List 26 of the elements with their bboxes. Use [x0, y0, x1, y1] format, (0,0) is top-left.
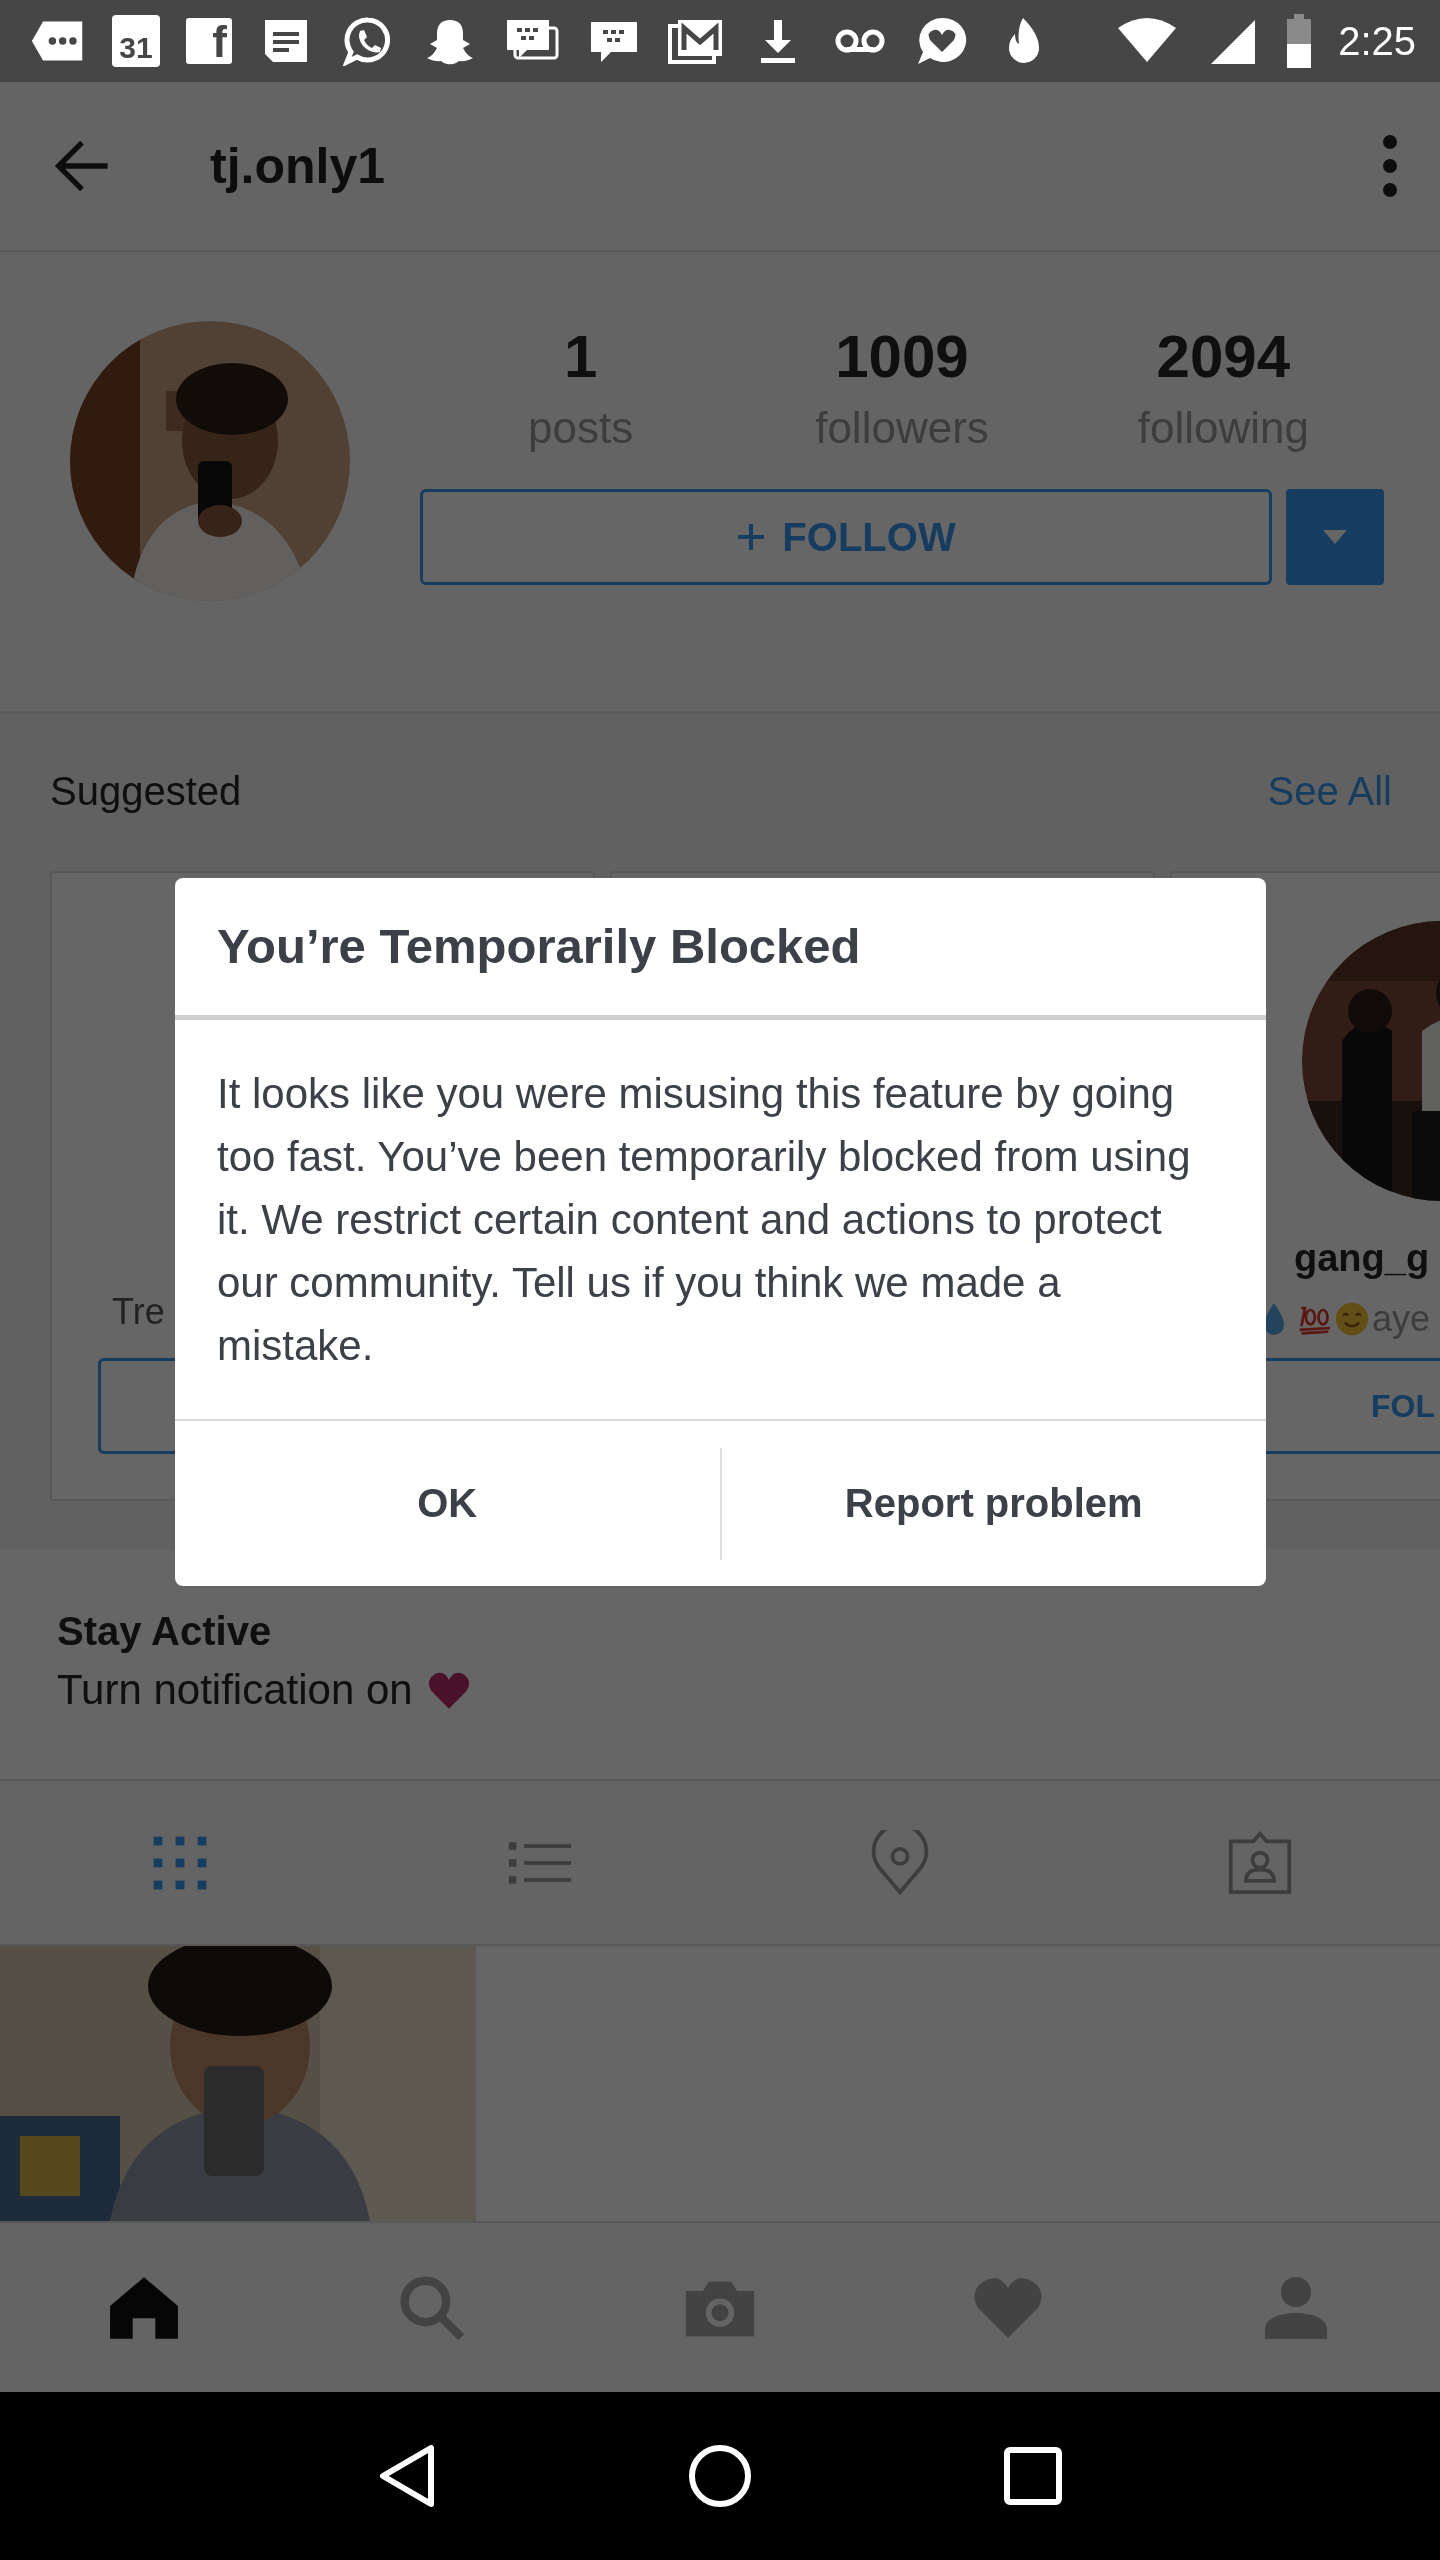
- droplet-icon: [1264, 1303, 1284, 1335]
- notice-text: Turn notification on: [57, 1666, 413, 1714]
- follow-button[interactable]: FOLLOW: [420, 489, 1272, 586]
- stat-count: 2094: [1156, 322, 1291, 392]
- dropdown-button[interactable]: [1286, 489, 1384, 586]
- heart-icon: [426, 1671, 471, 1709]
- notice-title: Stay Active: [57, 1609, 273, 1654]
- stat-count: 1009: [835, 322, 969, 392]
- battery-icon: [1286, 14, 1313, 68]
- suggestion-username: gang_g: [1294, 1237, 1430, 1280]
- suggestion-subtitle: Tre: [112, 1291, 165, 1333]
- dialog-message: It looks like you were misusing this feature by going too fast. You’ve been temporarily blocked from using it. We restrict certain content and actions to protect our community. Tell us if you think we made a mistake.: [175, 1020, 1266, 1421]
- f-square-icon: f: [186, 18, 232, 64]
- section-title: Suggested: [50, 769, 242, 815]
- home-circle-icon[interactable]: [688, 2444, 752, 2508]
- stat-count: 1: [563, 322, 598, 392]
- see-all-link[interactable]: See All: [1267, 769, 1392, 871]
- clock-time: 2:25: [1338, 18, 1416, 64]
- plus-icon: [736, 522, 767, 553]
- dialog-title: You’re Temporarily Blocked: [175, 878, 1266, 1020]
- caret-icon: [1323, 530, 1347, 545]
- calendar-icon: 31: [112, 15, 160, 67]
- smiling-face-icon: [1334, 1301, 1370, 1337]
- more-options-icon[interactable]: [1380, 134, 1400, 198]
- username-title: tj.only1: [210, 137, 387, 195]
- tagged-person-icon[interactable]: [1227, 1829, 1293, 1896]
